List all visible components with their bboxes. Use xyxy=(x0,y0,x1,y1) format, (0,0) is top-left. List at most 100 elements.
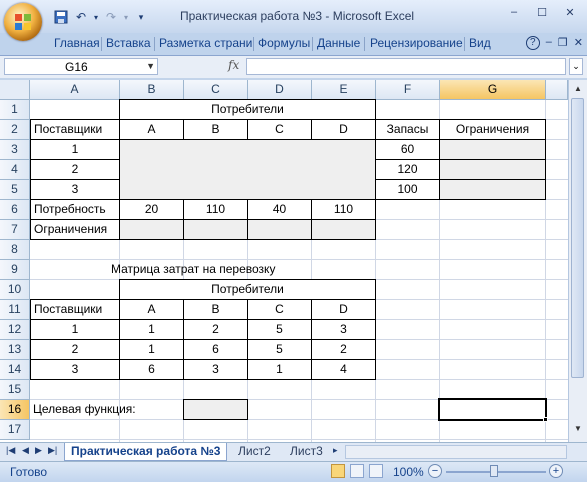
cell-D14[interactable]: 1 xyxy=(247,359,312,380)
cell-E13[interactable]: 2 xyxy=(311,339,376,360)
cell-A6[interactable]: Потребность xyxy=(30,199,120,220)
cell-F3[interactable]: 60 xyxy=(375,139,440,160)
cell-G3[interactable] xyxy=(439,139,546,160)
tab-insert[interactable]: Вставка xyxy=(106,36,151,50)
cell-B12[interactable]: 1 xyxy=(119,319,184,340)
cell-B2[interactable]: A xyxy=(119,119,184,140)
cell-A9[interactable]: Матрица затрат на перевозку xyxy=(108,260,308,280)
redo-icon[interactable]: ↷ xyxy=(102,9,120,25)
column-header[interactable]: A xyxy=(30,80,120,100)
cell-D13[interactable]: 5 xyxy=(247,339,312,360)
column-header[interactable] xyxy=(546,80,568,100)
row-header[interactable]: 13 xyxy=(0,340,30,360)
save-icon[interactable] xyxy=(52,9,70,25)
prev-sheet-icon[interactable]: ◀ xyxy=(22,445,29,456)
cell-C12[interactable]: 2 xyxy=(183,319,248,340)
cell-D2[interactable]: C xyxy=(247,119,312,140)
cell-A11[interactable]: Поставщики xyxy=(30,299,120,320)
page-layout-view-icon[interactable] xyxy=(350,464,364,478)
scroll-thumb[interactable] xyxy=(571,98,584,378)
insert-sheet-icon[interactable]: ▸ xyxy=(333,445,338,456)
row-header[interactable]: 5 xyxy=(0,180,30,200)
minimize-button[interactable]: – xyxy=(503,4,525,20)
cell-B7[interactable] xyxy=(119,219,184,240)
cell-F4[interactable]: 120 xyxy=(375,159,440,180)
cell-E12[interactable]: 3 xyxy=(311,319,376,340)
zoom-in-button[interactable]: + xyxy=(549,464,563,478)
cell-F2[interactable]: Запасы xyxy=(375,119,440,140)
cell-A4[interactable]: 2 xyxy=(30,159,120,180)
horizontal-scrollbar[interactable] xyxy=(345,445,567,459)
chevron-down-icon[interactable]: ▼ xyxy=(146,61,155,71)
cell-D7[interactable] xyxy=(247,219,312,240)
ribbon-restore-button[interactable]: ❐ xyxy=(558,36,568,50)
office-button[interactable] xyxy=(4,3,42,41)
cell-E6[interactable]: 110 xyxy=(311,199,376,220)
cell-A5[interactable]: 3 xyxy=(30,179,120,200)
row-header[interactable]: 11 xyxy=(0,300,30,320)
cell-B13[interactable]: 1 xyxy=(119,339,184,360)
row-header[interactable]: 10 xyxy=(0,280,30,300)
zoom-level[interactable]: 100% xyxy=(393,465,424,479)
cell-A16[interactable]: Целевая функция: xyxy=(30,400,180,420)
worksheet-grid[interactable]: A B C D E F G 1 2 3 4 5 6 7 8 9 10 11 12… xyxy=(0,80,568,442)
expand-formula-bar-icon[interactable]: ⌄ xyxy=(569,58,583,75)
cell-A7[interactable]: Ограничения xyxy=(30,219,120,240)
cell-C14[interactable]: 3 xyxy=(183,359,248,380)
row-header[interactable]: 3 xyxy=(0,140,30,160)
column-header-selected[interactable]: G xyxy=(440,80,546,100)
row-header[interactable]: 12 xyxy=(0,320,30,340)
tab-view[interactable]: Вид xyxy=(469,36,491,50)
ribbon-minimize-button[interactable]: – xyxy=(546,36,552,50)
close-button[interactable]: ✕ xyxy=(559,4,581,20)
column-header[interactable]: D xyxy=(248,80,312,100)
tab-formulas[interactable]: Формулы xyxy=(258,36,310,50)
help-icon[interactable]: ? xyxy=(525,36,540,50)
cell-A13[interactable]: 2 xyxy=(30,339,120,360)
cell-C6[interactable]: 110 xyxy=(183,199,248,220)
select-all-button[interactable] xyxy=(0,80,30,100)
name-box[interactable]: G16 ▼ xyxy=(4,58,158,75)
last-sheet-icon[interactable]: ▶| xyxy=(48,445,57,456)
row-header[interactable]: 6 xyxy=(0,200,30,220)
row-header[interactable]: 8 xyxy=(0,240,30,260)
cell-A3[interactable]: 1 xyxy=(30,139,120,160)
column-header[interactable]: E xyxy=(312,80,376,100)
cell-E7[interactable] xyxy=(311,219,376,240)
cell-E2[interactable]: D xyxy=(311,119,376,140)
maximize-button[interactable]: ☐ xyxy=(531,4,553,20)
column-header[interactable]: B xyxy=(120,80,184,100)
redo-dropdown-icon[interactable]: ▾ xyxy=(122,9,130,25)
customize-qat-icon[interactable]: ▾ xyxy=(132,9,150,25)
sheet-tab[interactable]: Лист2 xyxy=(232,443,277,460)
first-sheet-icon[interactable]: |◀ xyxy=(6,445,15,456)
undo-dropdown-icon[interactable]: ▾ xyxy=(92,9,100,25)
undo-icon[interactable]: ↶ xyxy=(72,9,90,25)
sheet-tab[interactable]: Лист3 xyxy=(284,443,329,460)
cell-B1[interactable]: Потребители xyxy=(119,99,376,120)
scroll-up-icon[interactable]: ▲ xyxy=(572,84,584,96)
cell-D12[interactable]: 5 xyxy=(247,319,312,340)
zoom-slider-knob[interactable] xyxy=(490,465,498,477)
cell-C2[interactable]: B xyxy=(183,119,248,140)
cell-A14[interactable]: 3 xyxy=(30,359,120,380)
cell-C16[interactable] xyxy=(183,399,248,420)
active-cell-G16[interactable] xyxy=(438,398,547,421)
row-header[interactable]: 1 xyxy=(0,100,30,120)
cell-E11[interactable]: D xyxy=(311,299,376,320)
column-header[interactable]: F xyxy=(376,80,440,100)
cell-G5[interactable] xyxy=(439,179,546,200)
fill-handle[interactable] xyxy=(543,417,548,422)
ribbon-close-button[interactable]: ✕ xyxy=(574,36,583,50)
cell-C13[interactable]: 6 xyxy=(183,339,248,360)
cell-B6[interactable]: 20 xyxy=(119,199,184,220)
cell-D11[interactable]: C xyxy=(247,299,312,320)
row-header[interactable]: 9 xyxy=(0,260,30,280)
cell-F5[interactable]: 100 xyxy=(375,179,440,200)
tab-review[interactable]: Рецензирование xyxy=(370,36,463,50)
cell-B11[interactable]: A xyxy=(119,299,184,320)
zoom-out-button[interactable]: − xyxy=(428,464,442,478)
next-sheet-icon[interactable]: ▶ xyxy=(35,445,42,456)
cell-G2[interactable]: Ограничения xyxy=(439,119,546,140)
row-header[interactable]: 2 xyxy=(0,120,30,140)
